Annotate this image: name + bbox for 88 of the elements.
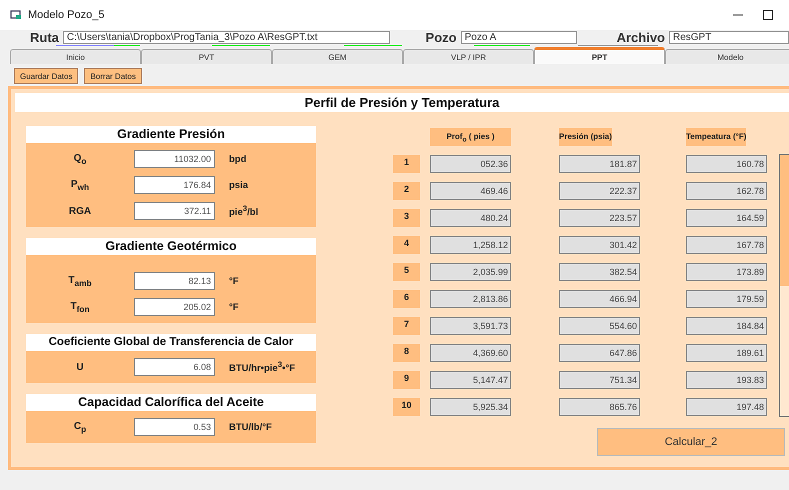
output-field[interactable]: 223.57 [559,209,640,227]
row-number: 3 [393,209,420,227]
toolbar-button[interactable]: Borrar Datos [84,68,142,84]
input-field[interactable]: 6.08 [134,358,215,376]
output-field[interactable]: 4,369.60 [430,344,511,362]
row-number: 10 [393,398,420,416]
output-field[interactable]: 179.59 [686,290,767,308]
output-field[interactable]: 751.34 [559,371,640,389]
field-label: T$_{amb}$ [67,274,93,288]
section-title: Gradiente Geotérmico [26,238,316,255]
row-number: 2 [393,182,420,200]
output-field[interactable]: 164.59 [686,209,767,227]
output-field[interactable]: 189.61 [686,344,767,362]
field-label: Archivo [616,30,665,45]
column-header: Prof$_{o}$ ( pies ) [430,128,511,146]
output-field[interactable]: 480.24 [430,209,511,227]
row-number: 6 [393,290,420,308]
section-title: Gradiente Presión [26,126,316,143]
output-field[interactable]: 647.86 [559,344,640,362]
output-field[interactable]: 382.54 [559,263,640,281]
output-field[interactable]: 469.46 [430,182,511,200]
field-label: Ruta [30,30,59,45]
input-field[interactable]: 0.53 [134,418,215,436]
row-number: 9 [393,371,420,389]
text-field[interactable]: Pozo A [460,31,577,44]
tab[interactable]: Inicio [10,49,141,64]
output-field[interactable]: 160.78 [686,155,767,173]
unit-label: °F [229,276,239,286]
unit-label: BTU/hr•pie$^{3}$•°F [229,360,296,374]
section-title: Capacidad Calorífica del Aceite [26,394,316,411]
panel-title: Perfil de Presión y Temperatura [15,93,789,112]
tab[interactable]: PPT [534,47,665,64]
output-field[interactable]: 2,035.99 [430,263,511,281]
input-field[interactable]: 11032.00 [134,150,215,168]
app-icon [10,10,22,20]
row-number: 1 [393,155,420,173]
unit-label: pie$^{3}$/bl [229,204,258,218]
tab[interactable]: VLP / IPR [403,49,534,64]
column-header: Tempeatura (°F) [686,128,746,146]
unit-label: bpd [229,154,246,164]
output-field[interactable]: 2,813.86 [430,290,511,308]
input-field[interactable]: 205.02 [134,298,215,316]
maximize-icon[interactable] [763,10,773,20]
output-field[interactable]: 301.42 [559,236,640,254]
output-field[interactable]: 466.94 [559,290,640,308]
input-field[interactable]: 176.84 [134,176,215,194]
output-field[interactable]: 184.84 [686,317,767,335]
window-title: Modelo Pozo_5 [28,9,104,21]
tab[interactable]: Modelo [665,49,789,64]
input-field[interactable]: 82.13 [134,272,215,290]
output-field[interactable]: 197.48 [686,398,767,416]
input-field[interactable]: 372.11 [134,202,215,220]
row-number: 5 [393,263,420,281]
output-field[interactable]: 1,258.12 [430,236,511,254]
vertical-scroll-bar[interactable] [779,154,789,417]
output-field[interactable]: 865.76 [559,398,640,416]
tab[interactable]: GEM [272,49,403,64]
text-field[interactable]: C:\Users\tania\Dropbox\ProgTania_3\Pozo A\ResGPT.txt [62,31,390,44]
field-label: Pozo [426,30,457,45]
field-label: P$_{wh}$ [70,178,90,192]
output-field[interactable]: 222.37 [559,182,640,200]
output-field[interactable]: 5,147.47 [430,371,511,389]
output-field[interactable]: 3,591.73 [430,317,511,335]
output-field[interactable]: 162.78 [686,182,767,200]
row-number: 4 [393,236,420,254]
output-field[interactable]: 181.87 [559,155,640,173]
output-field[interactable]: 5,925.34 [430,398,511,416]
column-header: Presión (psia) [559,128,612,146]
unit-label: BTU/lb/°F [229,422,272,432]
output-field[interactable]: 167.78 [686,236,767,254]
calculate-button[interactable]: Calcular_2 [597,428,785,456]
text-field[interactable]: ResGPT [669,31,789,44]
output-field[interactable]: 173.89 [686,263,767,281]
field-label: U [75,362,85,372]
unit-label: psia [229,180,248,190]
field-label: C$_{p}$ [72,420,88,434]
tab[interactable]: PVT [141,49,272,64]
output-field[interactable]: 193.83 [686,371,767,389]
field-label: Q$_{o}$ [72,152,88,166]
field-label: RGA [68,206,92,216]
section-title: Coeficiente Global de Transferencia de Calor [26,334,316,351]
toolbar-button[interactable]: Guardar Datos [14,68,78,84]
output-field[interactable]: 554.60 [559,317,640,335]
row-number: 7 [393,317,420,335]
row-number: 8 [393,344,420,362]
output-field[interactable]: 052.36 [430,155,511,173]
field-label: T$_{fon}$ [69,300,91,314]
unit-label: °F [229,302,239,312]
